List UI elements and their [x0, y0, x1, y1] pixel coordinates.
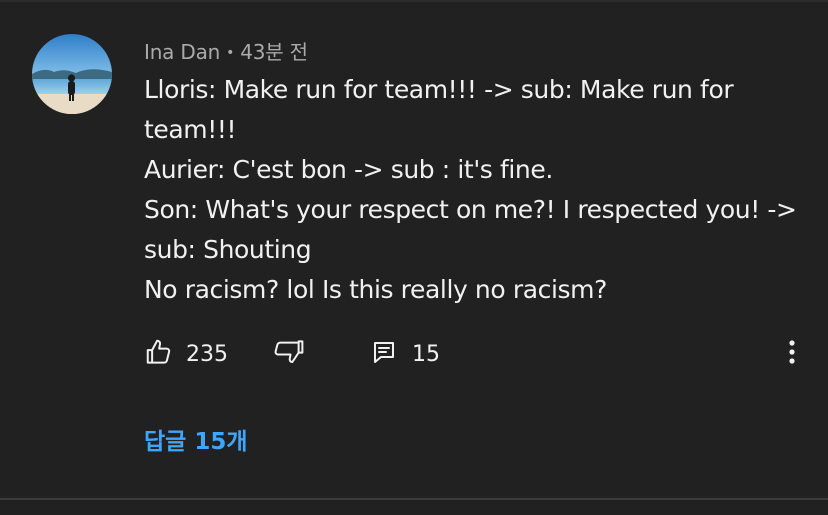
avatar-image — [32, 34, 112, 114]
dislike-button[interactable] — [270, 334, 306, 374]
more-options-button[interactable] — [780, 334, 804, 374]
comment-time: 43분 전 — [240, 40, 308, 64]
comment-line: team!!! — [144, 115, 237, 144]
avatar[interactable] — [32, 34, 112, 114]
like-button[interactable]: 235 — [144, 334, 228, 374]
comment-line: Aurier: C'est bon -> sub : it's fine. — [144, 155, 553, 184]
view-replies-link[interactable]: 답글 15개 — [144, 422, 248, 456]
reply-count: 15 — [412, 341, 440, 367]
comment-line: No racism? lol Is this really no racism? — [144, 275, 607, 304]
comment-line: sub: Shouting — [144, 235, 312, 264]
comment-line: Lloris: Make run for team!!! -> sub: Mak… — [144, 75, 734, 104]
thumbs-down-icon — [270, 337, 306, 372]
meta-separator: • — [226, 45, 235, 61]
comment-text: Lloris: Make run for team!!! -> sub: Mak… — [144, 70, 797, 310]
comment-meta: Ina Dan • 43분 전 — [144, 36, 308, 65]
top-divider — [0, 0, 828, 2]
bottom-divider — [0, 498, 828, 500]
reply-button[interactable]: 15 — [372, 334, 440, 374]
thumbs-up-icon — [144, 337, 174, 372]
author-name[interactable]: Ina Dan — [144, 40, 220, 64]
comment-icon — [372, 340, 396, 369]
comment-actions: 235 15 — [0, 334, 828, 374]
more-vert-icon — [788, 339, 796, 370]
like-count: 235 — [186, 341, 228, 367]
comment-line: Son: What's your respect on me?! I respe… — [144, 195, 797, 224]
